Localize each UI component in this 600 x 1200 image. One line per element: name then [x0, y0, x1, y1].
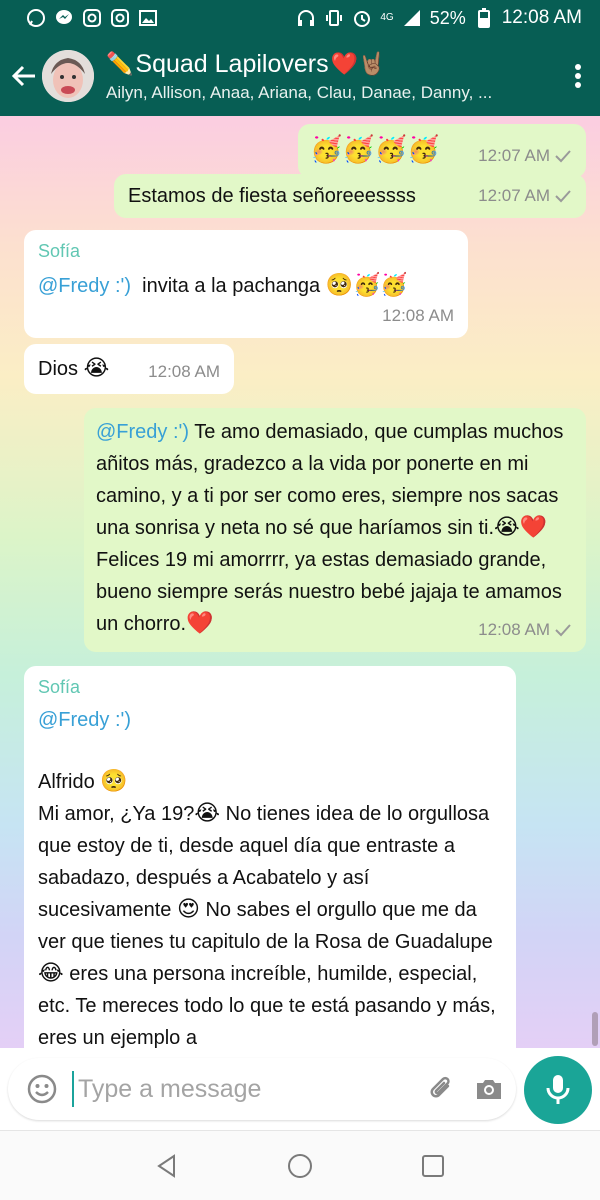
more-options-button[interactable] [556, 46, 600, 106]
status-bar-right: 4G 52% 12:08 AM [296, 7, 582, 29]
message-meta: 12:08 AM [382, 300, 454, 332]
sent-check-icon [555, 190, 571, 203]
chat-header: ✏️ Squad Lapilovers ❤️🤘🏽 Ailyn, Allison,… [0, 36, 600, 116]
nav-home-button[interactable] [280, 1146, 320, 1186]
message-time: 12:08 AM [382, 306, 454, 325]
message-emojis: 🥺🥳🥳 [325, 273, 408, 298]
sent-check-icon [555, 624, 571, 637]
chat-title-block[interactable]: ✏️ Squad Lapilovers ❤️🤘🏽 Ailyn, Allison,… [106, 50, 556, 103]
heart-eyes-emoji: 😍 [176, 897, 200, 922]
headphones-icon [296, 8, 316, 28]
message-time: 12:08 AM [478, 620, 550, 639]
status-bar: 4G 52% 12:08 AM [0, 0, 600, 36]
instagram-icon [82, 8, 102, 28]
message-body: Mi amor, ¿Ya 19?😭 No tienes idea de lo o… [38, 798, 502, 1048]
battery-percent: 52% [429, 7, 466, 28]
mention-link[interactable]: @Fredy :') [96, 421, 189, 443]
signal-icon [402, 8, 422, 28]
whatsapp-icon [26, 8, 46, 28]
group-name: Squad Lapilovers [135, 49, 329, 78]
more-vert-icon [575, 64, 581, 88]
message-outgoing[interactable]: 🥳🥳🥳🥳 12:07 AM [298, 124, 586, 178]
sender-name: Sofía [38, 677, 81, 697]
group-avatar[interactable] [42, 50, 94, 102]
system-nav-bar [0, 1130, 600, 1200]
mention-link[interactable]: @Fredy :') [38, 704, 502, 736]
mention-link[interactable]: @Fredy :') [38, 275, 131, 297]
square-recents-icon [422, 1154, 445, 1177]
message-text: Estamos de fiesta señoreeessss [128, 185, 416, 207]
crying-heart-emojis: 😭❤️ [494, 515, 548, 540]
pencil-emoji: ✏️ [106, 51, 134, 77]
message-body: @Fredy :') Te amo demasiado, que cumplas… [96, 416, 572, 544]
crying-emoji: 😭 [83, 356, 110, 381]
laughing-emoji: 😂 [38, 961, 64, 986]
sender-name: Sofía [38, 241, 81, 261]
message-incoming[interactable]: Sofía @Fredy :') Alfrido 🥺 Mi amor, ¿Ya … [24, 666, 516, 1048]
voice-message-button[interactable] [524, 1056, 592, 1124]
message-meta: 12:08 AM [148, 356, 220, 388]
attach-icon[interactable] [426, 1074, 456, 1104]
status-bar-left [26, 8, 158, 28]
sent-check-icon [555, 150, 571, 163]
network-type: 4G [380, 12, 394, 23]
crying-emoji: 😭 [194, 801, 221, 826]
nav-recents-button[interactable] [413, 1146, 453, 1186]
message-incoming[interactable]: Dios 😭 12:08 AM [24, 344, 234, 394]
message-time: 12:07 AM [478, 146, 550, 165]
emoji-icon[interactable] [26, 1073, 58, 1105]
message-meta: 12:08 AM [478, 614, 572, 646]
message-time: 12:08 AM [148, 362, 220, 381]
messenger-icon [54, 8, 74, 28]
message-body: @Fredy :') invita a la pachanga 🥺🥳🥳 [38, 270, 454, 302]
instagram-icon [110, 8, 130, 28]
message-text: Alfrido [38, 771, 95, 793]
scrollbar[interactable] [592, 1012, 598, 1046]
message-list[interactable]: 🥳🥳🥳🥳 12:07 AM Estamos de fiesta señoreee… [0, 116, 600, 1048]
back-button[interactable] [2, 46, 46, 106]
message-meta: 12:07 AM [478, 180, 572, 212]
party-emojis: 🥳🥳🥳🥳 [310, 135, 440, 165]
clock: 12:08 AM [501, 7, 582, 28]
nav-back-button[interactable] [147, 1146, 187, 1186]
message-time: 12:07 AM [478, 186, 550, 205]
message-text: Mi amor, ¿Ya 19? [38, 803, 195, 825]
message-text: Dios [38, 358, 79, 380]
heart-rock-emoji: ❤️🤘🏽 [330, 51, 386, 77]
group-title: ✏️ Squad Lapilovers ❤️🤘🏽 [106, 50, 556, 79]
camera-icon[interactable] [474, 1074, 504, 1104]
message-outgoing[interactable]: @Fredy :') Te amo demasiado, que cumplas… [84, 408, 586, 652]
vibrate-icon [324, 8, 344, 28]
battery-icon [474, 8, 494, 28]
message-text: invita a la pachanga [142, 275, 321, 297]
gallery-icon [138, 8, 158, 28]
alarm-icon [352, 8, 372, 28]
triangle-back-icon [156, 1153, 175, 1178]
microphone-icon [546, 1075, 570, 1104]
message-incoming[interactable]: Sofía @Fredy :') invita a la pachanga 🥺🥳… [24, 230, 468, 338]
arrow-left-icon [11, 65, 35, 87]
message-input[interactable] [72, 1071, 426, 1107]
message-outgoing[interactable]: Estamos de fiesta señoreeessss 12:07 AM [114, 174, 586, 218]
message-body: Alfrido 🥺 [38, 766, 502, 798]
message-text: eres una persona increíble, humilde, esp… [38, 963, 496, 1048]
heart-emoji: ❤️ [186, 611, 214, 636]
message-composer [8, 1058, 516, 1120]
group-members: Ailyn, Allison, Anaa, Ariana, Clau, Dana… [106, 82, 493, 102]
pleading-emoji: 🥺 [100, 769, 128, 794]
circle-home-icon [287, 1153, 312, 1178]
message-meta: 12:07 AM [478, 140, 572, 172]
